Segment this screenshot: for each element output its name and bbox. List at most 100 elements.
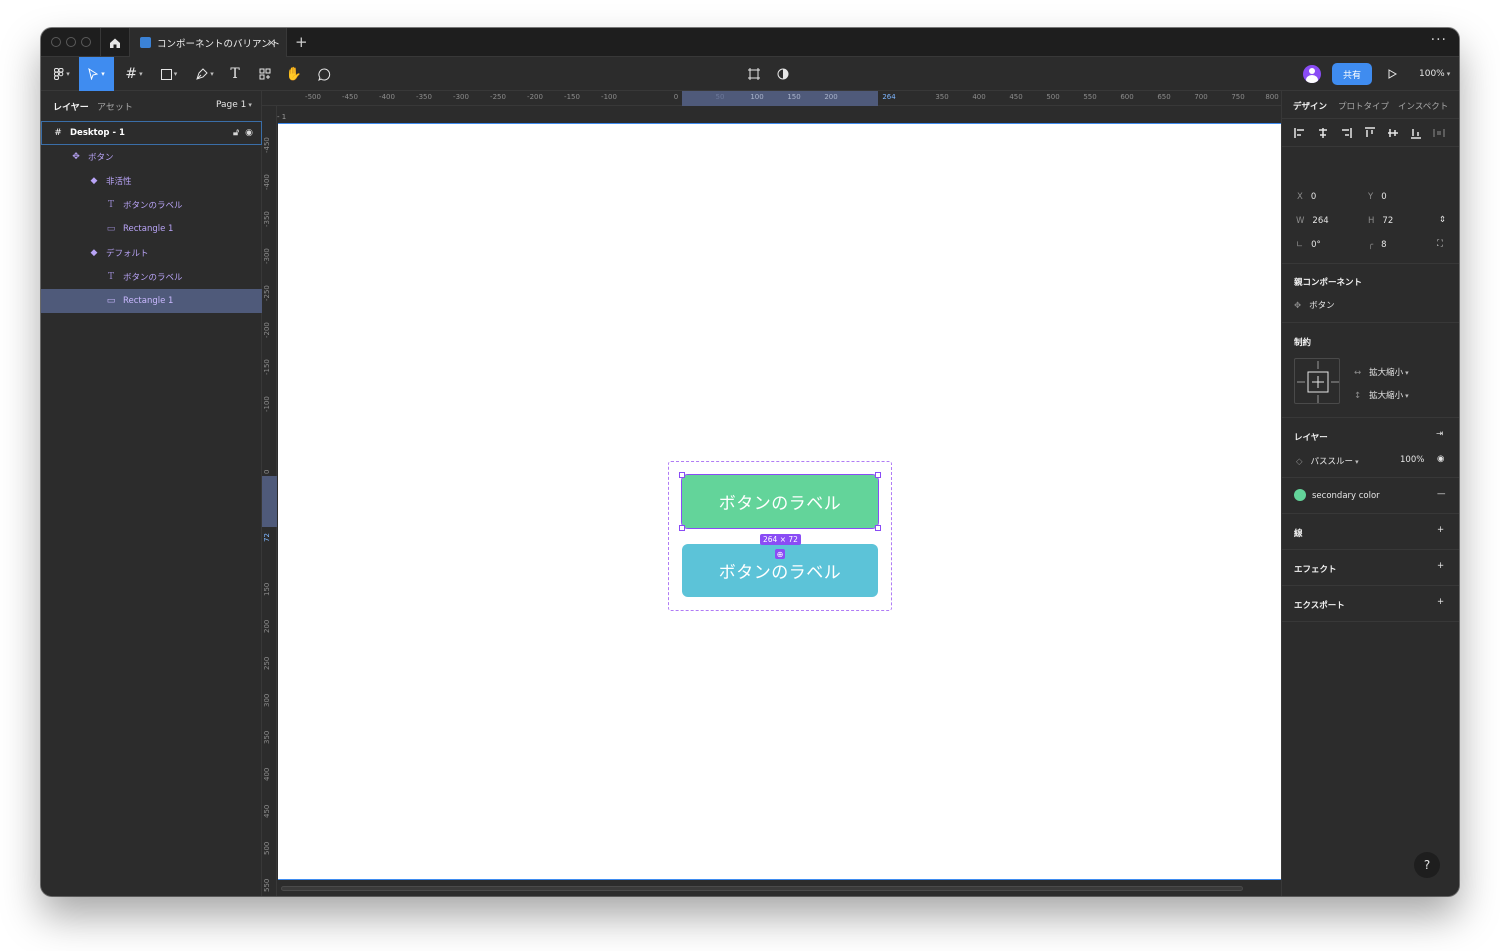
constraint-vertical-dropdown[interactable]: ↕ 拡大縮小 ▾ bbox=[1354, 389, 1409, 401]
more-menu-icon[interactable]: ··· bbox=[1431, 32, 1447, 48]
page-selector[interactable]: Page 1 ▾ bbox=[216, 100, 252, 110]
layer-row-text[interactable]: T ボタンのラベル bbox=[41, 265, 262, 289]
divider bbox=[1282, 621, 1459, 622]
align-top-icon[interactable] bbox=[1364, 127, 1376, 139]
button-variant-inactive[interactable]: ボタンのラベル bbox=[681, 474, 879, 529]
ruler-tick: 650 bbox=[1157, 93, 1171, 101]
layer-row-rectangle-selected[interactable]: ▭ Rectangle 1 bbox=[41, 289, 262, 313]
resize-handle[interactable] bbox=[875, 472, 881, 478]
horizontal-scrollbar[interactable] bbox=[281, 886, 1243, 891]
tab-inspect[interactable]: インスペクト bbox=[1398, 100, 1448, 112]
corner-radius-field[interactable]: ╭ 8 bbox=[1368, 240, 1387, 250]
align-left-icon[interactable] bbox=[1294, 127, 1306, 139]
detach-style-icon[interactable]: — bbox=[1437, 489, 1446, 499]
blend-mode-dropdown[interactable]: ◇ パススルー ▾ bbox=[1296, 455, 1359, 467]
tab-bar: コンポーネントのバリアント × + ··· bbox=[41, 28, 1459, 57]
rectangle-layer-icon: ▭ bbox=[106, 296, 116, 306]
comment-tool[interactable] bbox=[316, 57, 332, 91]
layer-label: Desktop - 1 bbox=[70, 128, 125, 138]
tab-design[interactable]: デザイン bbox=[1293, 100, 1327, 112]
align-bottom-icon[interactable] bbox=[1410, 127, 1422, 139]
move-tool[interactable]: ▾ bbox=[79, 57, 114, 91]
tab-close-icon[interactable]: × bbox=[267, 36, 276, 49]
constraint-widget[interactable] bbox=[1294, 358, 1340, 404]
visibility-eye-icon[interactable]: ◉ bbox=[1437, 454, 1444, 464]
ruler-tick: 200 bbox=[263, 619, 271, 633]
layers-panel-tabs: レイヤー アセット Page 1 ▾ bbox=[41, 91, 261, 119]
tab-file[interactable]: コンポーネントのバリアント × bbox=[130, 28, 287, 57]
canvas[interactable]: - 1 ボタンのラベル ボタンのラベル 264 × 72 ⊕ bbox=[277, 106, 1281, 896]
ruler-tick: 500 bbox=[1046, 93, 1060, 101]
divider bbox=[1282, 549, 1459, 550]
parent-component-link[interactable]: ✥ ボタン bbox=[1294, 299, 1335, 311]
present-play-button[interactable] bbox=[1388, 65, 1400, 83]
main-menu-button[interactable]: ▾ bbox=[49, 57, 75, 91]
resize-handle[interactable] bbox=[679, 472, 685, 478]
minimize-window-button[interactable] bbox=[66, 37, 76, 47]
constraints-title: 制約 bbox=[1294, 338, 1312, 348]
frame-name-label[interactable]: - 1 bbox=[277, 113, 286, 121]
width-field[interactable]: W 264 bbox=[1296, 216, 1329, 226]
x-field[interactable]: X0 bbox=[1297, 192, 1316, 202]
ruler-tick: 400 bbox=[972, 93, 986, 101]
share-button[interactable]: 共有 bbox=[1332, 63, 1372, 85]
tab-prototype[interactable]: プロトタイプ bbox=[1338, 100, 1389, 112]
constrain-proportions-icon[interactable]: ⇕ bbox=[1439, 215, 1446, 225]
align-right-icon[interactable] bbox=[1340, 127, 1352, 139]
resize-handle[interactable] bbox=[679, 525, 685, 531]
height-field[interactable]: H 72 bbox=[1368, 216, 1393, 226]
maximize-window-button[interactable] bbox=[81, 37, 91, 47]
eye-icon[interactable]: ◉ bbox=[245, 128, 253, 138]
hand-tool[interactable]: ✋ bbox=[286, 57, 302, 91]
text-tool[interactable]: T bbox=[227, 57, 243, 91]
pen-tool[interactable]: ▾ bbox=[191, 57, 219, 91]
toolbar: ▾ ▾ # ▾ ▾ ▾ T ✋ 共有 100% ▾ bbox=[41, 57, 1459, 91]
add-variant-icon[interactable]: ⊕ bbox=[775, 549, 785, 559]
user-avatar[interactable] bbox=[1303, 65, 1321, 83]
frame-tool[interactable]: # ▾ bbox=[121, 57, 147, 91]
text-layer-icon: T bbox=[107, 272, 114, 282]
add-effect-icon[interactable]: + bbox=[1437, 561, 1444, 571]
add-export-icon[interactable]: + bbox=[1437, 597, 1444, 607]
resources-tool[interactable] bbox=[257, 57, 273, 91]
tab-assets[interactable]: アセット bbox=[97, 100, 133, 113]
ruler-tick: -500 bbox=[305, 93, 321, 101]
unlock-icon[interactable]: 🔓︎ bbox=[233, 128, 239, 138]
y-field[interactable]: Y0 bbox=[1368, 192, 1387, 202]
distribute-icon[interactable] bbox=[1433, 127, 1445, 139]
divider bbox=[1282, 477, 1459, 478]
ruler-tick: 250 bbox=[263, 656, 271, 670]
layer-label: デフォルト bbox=[106, 249, 149, 259]
layer-row-text[interactable]: T ボタンのラベル bbox=[41, 193, 262, 217]
fill-color-swatch[interactable] bbox=[1294, 489, 1306, 501]
constraint-horizontal-dropdown[interactable]: ↔ 拡大縮小 ▾ bbox=[1354, 366, 1409, 378]
tab-layers[interactable]: レイヤー bbox=[53, 100, 89, 113]
add-tab-button[interactable]: + bbox=[295, 33, 308, 51]
fill-style-name[interactable]: secondary color bbox=[1312, 491, 1380, 501]
rotation-field[interactable]: ∟ 0° bbox=[1296, 240, 1321, 250]
go-to-main-component-icon[interactable]: ⇥ bbox=[1436, 429, 1443, 439]
ruler-tick: 800 bbox=[1265, 93, 1279, 101]
home-button[interactable] bbox=[100, 28, 130, 57]
shape-tool[interactable]: ▾ bbox=[156, 57, 182, 91]
ruler-tick: -400 bbox=[379, 93, 395, 101]
close-window-button[interactable] bbox=[51, 37, 61, 47]
independent-corners-icon[interactable]: ⛶ bbox=[1437, 239, 1443, 249]
add-stroke-icon[interactable]: + bbox=[1437, 525, 1444, 535]
align-horizontal-center-icon[interactable] bbox=[1317, 127, 1329, 139]
help-button[interactable]: ? bbox=[1414, 852, 1440, 878]
component-tool[interactable] bbox=[746, 57, 762, 91]
layer-row-component-set[interactable]: ✥ ボタン bbox=[41, 145, 262, 169]
layer-row-variant[interactable]: ◆ 非活性 bbox=[41, 169, 262, 193]
layer-row-rectangle[interactable]: ▭ Rectangle 1 bbox=[41, 217, 262, 241]
align-vertical-center-icon[interactable] bbox=[1387, 127, 1399, 139]
resize-handle[interactable] bbox=[875, 525, 881, 531]
ruler-tick: -350 bbox=[416, 93, 432, 101]
layer-row-frame[interactable]: # Desktop - 1 🔓︎ ◉ bbox=[41, 121, 262, 145]
opacity-field[interactable]: 100% bbox=[1400, 455, 1424, 465]
ruler-tick: -400 bbox=[263, 174, 271, 190]
zoom-dropdown[interactable]: 100% ▾ bbox=[1419, 57, 1450, 91]
layer-row-variant[interactable]: ◆ デフォルト bbox=[41, 241, 262, 265]
ruler-tick: 100 bbox=[750, 93, 764, 101]
contrast-tool[interactable] bbox=[775, 57, 791, 91]
